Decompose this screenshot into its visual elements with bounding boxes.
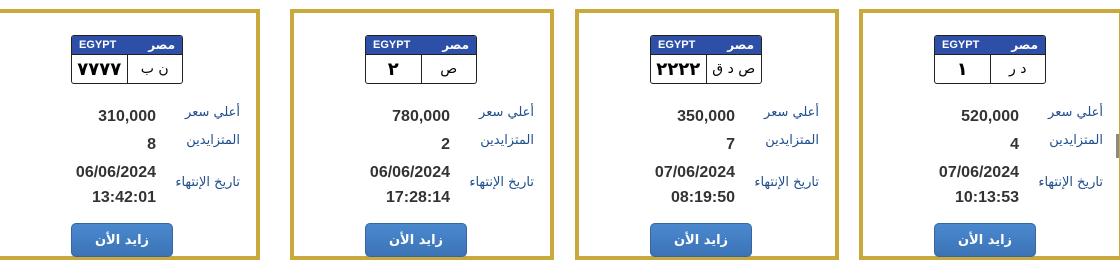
bid-now-button[interactable]: زايد الأن <box>365 223 467 257</box>
plate-letters: د ر <box>989 55 1046 83</box>
bidders-count: 2 <box>441 136 450 153</box>
bidders-count: 4 <box>1010 136 1019 153</box>
plate-auction-card: EGYPT مصر ٧٧٧٧ ن ب أعلي سعر 310,000 المت… <box>0 9 260 260</box>
bidders-count: 8 <box>147 136 156 153</box>
end-date-label: تاريخ الإنتهاء <box>1038 175 1103 190</box>
plate-country-ar: مصر <box>1011 38 1038 52</box>
end-time-value: 13:42:01 <box>91 189 156 206</box>
license-plate: EGYPT مصر ٢ ص <box>365 35 477 84</box>
highest-price-value: 780,000 <box>392 108 450 125</box>
plate-number: ٢٢٢٢ <box>656 58 701 80</box>
end-date-label: تاريخ الإنتهاء <box>175 175 240 190</box>
highest-price-value: 310,000 <box>98 108 156 125</box>
plate-header: EGYPT مصر <box>366 36 476 54</box>
plate-letters: ن ب <box>126 55 183 83</box>
bidders-label: المتزايدين <box>765 133 819 148</box>
plate-body: ٢ ص <box>366 54 476 83</box>
plate-letters: ص د ق <box>705 55 762 83</box>
highest-price-label: أعلي سعر <box>1048 105 1103 120</box>
plate-country-en: EGYPT <box>373 39 411 51</box>
plate-auction-card: EGYPT مصر ٢٢٢٢ ص د ق أعلي سعر 350,000 ال… <box>575 9 839 260</box>
license-plate: EGYPT مصر ١ د ر <box>934 35 1046 84</box>
highest-price-label: أعلي سعر <box>185 105 240 120</box>
license-plate: EGYPT مصر ٧٧٧٧ ن ب <box>71 35 183 84</box>
plate-number: ٧٧٧٧ <box>77 58 122 80</box>
end-date-value: 07/06/2024 <box>654 164 735 181</box>
plate-body: ٧٧٧٧ ن ب <box>72 54 182 83</box>
plate-country-en: EGYPT <box>942 39 980 51</box>
highest-price-value: 520,000 <box>961 108 1019 125</box>
bidders-label: المتزايدين <box>480 133 534 148</box>
end-time-value: 08:19:50 <box>670 189 735 206</box>
end-date-value: 07/06/2024 <box>938 164 1019 181</box>
plate-header: EGYPT مصر <box>651 36 761 54</box>
plate-body: ٢٢٢٢ ص د ق <box>651 54 761 83</box>
end-date-value: 06/06/2024 <box>369 164 450 181</box>
bidders-label: المتزايدين <box>1049 133 1103 148</box>
plate-body: ١ د ر <box>935 54 1045 83</box>
end-date-label: تاريخ الإنتهاء <box>754 175 819 190</box>
plate-auction-card: EGYPT مصر ٢ ص أعلي سعر 780,000 المتزايدي… <box>290 9 554 260</box>
plate-country-ar: مصر <box>727 38 754 52</box>
plate-header: EGYPT مصر <box>72 36 182 54</box>
bidders-label: المتزايدين <box>186 133 240 148</box>
plate-header: EGYPT مصر <box>935 36 1045 54</box>
end-date-label: تاريخ الإنتهاء <box>469 175 534 190</box>
highest-price-label: أعلي سعر <box>764 105 819 120</box>
bidders-count: 7 <box>726 136 735 153</box>
end-time-value: 10:13:53 <box>954 189 1019 206</box>
highest-price-label: أعلي سعر <box>479 105 534 120</box>
plate-country-en: EGYPT <box>658 39 696 51</box>
license-plate: EGYPT مصر ٢٢٢٢ ص د ق <box>650 35 762 84</box>
plate-number: ١ <box>956 58 968 80</box>
bid-now-button[interactable]: زايد الأن <box>934 223 1036 257</box>
plate-country-en: EGYPT <box>79 39 117 51</box>
plate-letters: ص <box>420 55 477 83</box>
plate-country-ar: مصر <box>442 38 469 52</box>
scroll-edge-indicator <box>1116 134 1119 158</box>
end-time-value: 17:28:14 <box>385 189 450 206</box>
highest-price-value: 350,000 <box>677 108 735 125</box>
end-date-value: 06/06/2024 <box>75 164 156 181</box>
plate-number: ٢ <box>387 58 399 80</box>
bid-now-button[interactable]: زايد الأن <box>71 223 173 257</box>
plate-country-ar: مصر <box>148 38 175 52</box>
plate-auction-card: EGYPT مصر ١ د ر أعلي سعر 520,000 المتزاي… <box>859 9 1120 260</box>
bid-now-button[interactable]: زايد الأن <box>650 223 752 257</box>
